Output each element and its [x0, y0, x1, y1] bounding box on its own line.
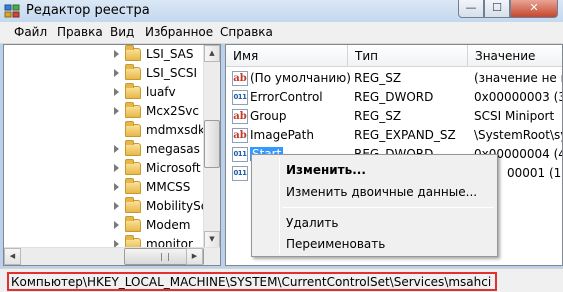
tree-item-label: luafv	[146, 85, 176, 99]
folder-icon	[125, 64, 141, 80]
tree-item-label: mdmxsdk	[146, 123, 205, 137]
table-row[interactable]: ab ImagePath REG_EXPAND_SZ \SystemRoot\s…	[226, 126, 562, 145]
minimize-button[interactable]: —	[458, 0, 484, 18]
value-type: REG_SZ	[354, 109, 402, 123]
table-row[interactable]: ab Group REG_SZ SCSI Miniport	[226, 107, 562, 126]
value-data: \SystemRoot\sys	[474, 128, 562, 142]
registry-editor-icon	[4, 4, 20, 18]
folder-icon	[125, 121, 141, 137]
tree-item[interactable]: Microsoft C	[4, 159, 213, 178]
grip-icon	[161, 253, 169, 261]
expand-arrow-icon[interactable]	[114, 183, 119, 191]
value-type: REG_SZ	[354, 71, 402, 85]
folder-icon	[125, 45, 141, 61]
expand-arrow-icon[interactable]	[114, 202, 119, 210]
string-value-icon: ab	[232, 128, 248, 143]
string-value-icon: ab	[232, 71, 248, 86]
menu-help[interactable]: Справка	[220, 25, 273, 39]
column-header-type[interactable]: Тип	[348, 45, 468, 67]
menu-edit[interactable]: Правка	[57, 25, 103, 39]
folder-icon	[125, 102, 141, 118]
tree-horizontal-scrollbar[interactable]: ◀ ▶	[4, 247, 220, 265]
value-name: Group	[250, 109, 287, 123]
tree-item-label: MMCSS	[146, 180, 191, 194]
binary-value-icon: 011	[232, 166, 248, 181]
context-menu: Изменить... Изменить двоичные данные... …	[251, 154, 498, 257]
title-bar: Редактор реестра — ☐ ✕	[0, 0, 563, 22]
scroll-right-icon[interactable]: ▶	[186, 248, 203, 265]
table-row[interactable]: 011 ErrorControl REG_DWORD 0x00000003 (3…	[226, 88, 563, 107]
menu-view[interactable]: Вид	[110, 25, 134, 39]
menu-file[interactable]: Файл	[14, 25, 47, 39]
scroll-left-icon[interactable]: ◀	[4, 248, 21, 265]
tree-item[interactable]: Mcx2Svc	[4, 102, 204, 121]
status-bar: Компьютер\HKEY_LOCAL_MACHINE\SYSTEM\Curr…	[0, 268, 563, 292]
close-button[interactable]: ✕	[510, 0, 558, 18]
menu-item-rename[interactable]: Переименовать	[286, 237, 385, 251]
folder-icon	[125, 159, 141, 175]
tree-item-label: Mcx2Svc	[146, 104, 200, 118]
value-name: (По умолчанию)	[250, 71, 351, 85]
expand-arrow-icon[interactable]	[114, 164, 119, 172]
maximize-button[interactable]: ☐	[484, 0, 510, 18]
tree-item-label: LSI_SCSI	[146, 66, 197, 80]
value-name: ImagePath	[250, 128, 314, 142]
tree-item[interactable]: mdmxsdk	[4, 121, 205, 140]
column-header-value[interactable]: Значение	[468, 45, 562, 67]
context-menu-gutter	[279, 157, 280, 254]
scroll-up-icon[interactable]: ▲	[204, 45, 220, 62]
binary-value-icon: 011	[232, 90, 248, 105]
tree-item[interactable]: luafv	[4, 83, 204, 102]
expand-arrow-icon[interactable]	[114, 50, 119, 58]
menu-bar: Файл Правка Вид Избранное Справка	[0, 22, 563, 44]
value-type: REG_DWORD	[354, 90, 434, 104]
tree-item[interactable]: LSI_SCSI	[4, 64, 204, 83]
folder-icon	[125, 197, 141, 213]
folder-icon	[125, 83, 141, 99]
tree-item-label: Modem	[146, 218, 191, 232]
menu-item-delete[interactable]: Удалить	[286, 216, 339, 230]
registry-tree: LSI_SAS LSI_SCSI luafv Mcx2Svc mdmxsdk m…	[3, 44, 221, 266]
tree-item[interactable]: MMCSS	[4, 178, 204, 197]
menu-favorites[interactable]: Избранное	[145, 25, 213, 39]
value-data: 0x00000003 (3)	[474, 90, 563, 104]
tree-item[interactable]: LSI_SAS	[4, 45, 204, 64]
tree-item[interactable]: MobilitySe	[4, 197, 208, 216]
expand-arrow-icon[interactable]	[114, 88, 119, 96]
tree-item[interactable]: Modem	[4, 216, 204, 235]
folder-icon	[125, 178, 141, 194]
window-title: Редактор реестра	[26, 3, 150, 18]
expand-arrow-icon[interactable]	[114, 69, 119, 77]
tree-item-label: LSI_SAS	[146, 47, 194, 61]
value-data: SCSI Miniport	[474, 109, 555, 123]
binary-value-icon: 011	[232, 147, 248, 162]
expand-arrow-icon[interactable]	[114, 145, 119, 153]
folder-icon	[125, 140, 141, 156]
value-data: 00001 (1)	[507, 166, 563, 180]
expand-arrow-icon[interactable]	[114, 221, 119, 229]
registry-path: Компьютер\HKEY_LOCAL_MACHINE\SYSTEM\Curr…	[7, 272, 498, 291]
scroll-down-icon[interactable]: ▼	[204, 231, 220, 248]
value-data: (значение не пр	[474, 71, 562, 85]
menu-separator	[282, 207, 494, 208]
string-value-icon: ab	[232, 109, 248, 124]
tree-item-label: megasas	[146, 142, 200, 156]
menu-item-modify-binary[interactable]: Изменить двоичные данные...	[286, 185, 477, 199]
tree-vertical-scrollbar[interactable]: ▲ ▼	[203, 45, 220, 248]
column-header-name[interactable]: Имя	[226, 45, 348, 67]
tree-item[interactable]: megasas	[4, 140, 204, 159]
vertical-scroll-thumb[interactable]	[204, 120, 220, 168]
table-row[interactable]: ab (По умолчанию) REG_SZ (значение не пр	[226, 69, 562, 88]
folder-icon	[125, 216, 141, 232]
tree-item-label: MobilitySe	[146, 199, 209, 213]
value-type: REG_EXPAND_SZ	[354, 128, 456, 142]
menu-item-modify[interactable]: Изменить...	[286, 163, 366, 177]
expand-arrow-icon[interactable]	[114, 107, 119, 115]
value-name: ErrorControl	[250, 90, 323, 104]
